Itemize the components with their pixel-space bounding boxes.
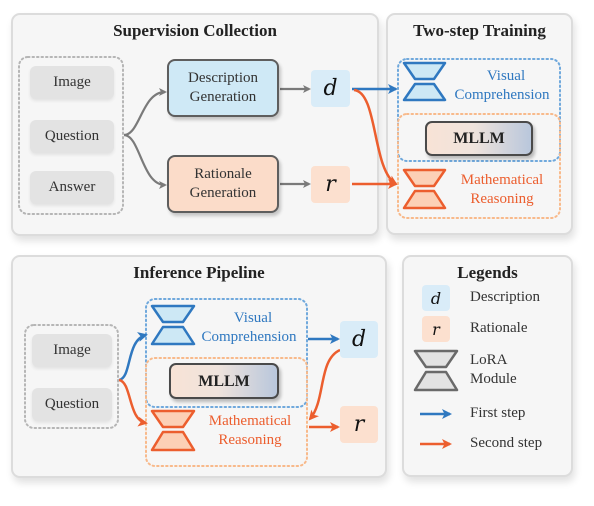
rationale-generation-label: Rationale Generation xyxy=(189,166,257,201)
training-visual-line1: Visual xyxy=(486,68,526,84)
arrow-inputs-to-visual-comprehension xyxy=(118,332,148,382)
arrow-question-to-description xyxy=(123,88,167,137)
arrow-d-to-mathematical-reasoning xyxy=(353,88,398,186)
inference-visual-line1: Visual xyxy=(233,310,273,326)
inference-math-line2: Reasoning xyxy=(218,432,282,448)
legend-description-label: Description xyxy=(470,289,540,305)
arrow-inputs-to-mathematical-reasoning xyxy=(118,378,148,427)
rationale-generation-box: Rationale Generation xyxy=(167,155,279,213)
training-visual-comprehension-label: Visual Comprehension xyxy=(446,66,558,106)
training-mathematical-reasoning-label: Mathematical Reasoning xyxy=(446,170,558,210)
inference-visual-line2: Comprehension xyxy=(201,329,297,345)
description-generation-label: Description Generation xyxy=(188,70,258,105)
inference-visual-comprehension-label: Visual Comprehension xyxy=(192,308,306,348)
inference-input-image: Image xyxy=(32,334,112,367)
training-lora-orange-icon xyxy=(402,168,447,210)
training-math-line1: Mathematical xyxy=(460,172,544,188)
legend-lora-icon xyxy=(413,349,459,392)
inference-mllm-box: MLLM xyxy=(169,363,279,399)
supervision-input-answer: Answer xyxy=(30,171,114,204)
training-visual-line2: Comprehension xyxy=(454,87,550,103)
supervision-input-image: Image xyxy=(30,66,114,99)
legend-lora-label-line1: LoRA xyxy=(470,352,508,368)
description-generation-box: Description Generation xyxy=(167,59,279,117)
inference-lora-blue-icon xyxy=(150,304,196,346)
inference-r-box: r xyxy=(340,406,378,443)
training-lora-blue-icon xyxy=(402,61,447,102)
inference-mathematical-reasoning-label: Mathematical Reasoning xyxy=(194,411,306,451)
legend-first-step-label: First step xyxy=(470,405,526,421)
legend-d-swatch: d xyxy=(422,285,450,311)
training-mllm-box: MLLM xyxy=(425,121,533,156)
inference-input-question: Question xyxy=(32,388,112,421)
arrow-question-to-rationale xyxy=(123,133,167,189)
inference-math-line1: Mathematical xyxy=(208,413,292,429)
inference-lora-orange-icon xyxy=(150,409,196,452)
legend-lora-label-line2: Module xyxy=(470,371,517,387)
legend-second-step-label: Second step xyxy=(470,435,543,451)
supervision-input-question: Question xyxy=(30,120,114,153)
legend-r-swatch: r xyxy=(422,316,450,342)
training-math-line2: Reasoning xyxy=(470,191,534,207)
inference-d-box: d xyxy=(340,321,378,358)
arrow-d-to-mathematical-reasoning-inference xyxy=(308,348,341,421)
supervision-d-box: d xyxy=(311,70,350,107)
supervision-r-box: r xyxy=(311,166,350,203)
legend-rationale-label: Rationale xyxy=(470,320,528,336)
